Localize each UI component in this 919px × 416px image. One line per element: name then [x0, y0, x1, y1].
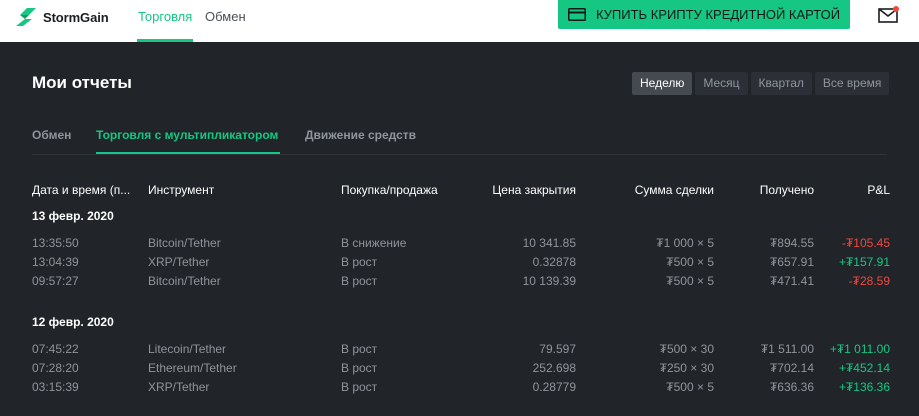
tab-exchange[interactable]: Обмен: [32, 128, 71, 142]
cell-time: 09:57:27: [32, 274, 79, 288]
cell-time: 07:28:20: [32, 361, 79, 375]
stormgain-logo[interactable]: StormGain: [16, 6, 109, 28]
period-quarter-button[interactable]: Квартал: [750, 72, 812, 95]
nav-exchange-link[interactable]: Обмен: [205, 9, 246, 24]
group-date-label: 13 февр. 2020: [32, 209, 114, 223]
cell-instrument: Litecoin/Tether: [148, 342, 227, 356]
top-navigation-bar: StormGain Торговля Обмен КУПИТЬ КРИПТУ К…: [0, 0, 919, 42]
nav-trade-link[interactable]: Торговля: [138, 9, 192, 24]
cell-close-price: 0.32878: [532, 255, 576, 269]
cell-instrument: XRP/Tether: [148, 380, 210, 394]
cell-time: 13:04:39: [32, 255, 79, 269]
buy-crypto-label: КУПИТЬ КРИПТУ КРЕДИТНОЙ КАРТОЙ: [595, 7, 841, 22]
cell-direction: В снижение: [341, 236, 407, 250]
cell-pnl: -₮28.59: [848, 274, 890, 288]
column-header-deal-amount[interactable]: Сумма сделки: [594, 183, 714, 197]
cell-time: 07:45:22: [32, 342, 79, 356]
tabs-divider: [32, 154, 887, 155]
period-week-button[interactable]: Неделю: [632, 72, 693, 95]
column-header-pnl[interactable]: P&L: [830, 183, 890, 197]
tab-multiplier-trading[interactable]: Торговля с мультипликатором: [96, 128, 278, 142]
credit-card-icon: [567, 8, 586, 21]
cell-instrument: Ethereum/Tether: [148, 361, 237, 375]
cell-direction: В рост: [341, 274, 378, 288]
page-title: Мои отчеты: [32, 73, 132, 92]
period-month-button[interactable]: Месяц: [695, 72, 748, 95]
cell-time: 03:15:39: [32, 380, 79, 394]
cell-close-price: 79.597: [539, 342, 576, 356]
period-all-time-button[interactable]: Все время: [814, 72, 890, 95]
cell-direction: В рост: [341, 380, 378, 394]
cell-pnl: -₮105.45: [841, 236, 890, 250]
cell-close-price: 10 341.85: [522, 236, 576, 250]
cell-direction: В рост: [341, 361, 378, 375]
cell-instrument: Bitcoin/Tether: [148, 236, 221, 250]
period-selector: Неделю Месяц Квартал Все время: [632, 72, 890, 95]
column-header-close-price[interactable]: Цена закрытия: [456, 183, 576, 197]
logo-text: StormGain: [43, 9, 109, 25]
nav-active-indicator: [137, 39, 193, 42]
cell-pnl: +₮452.14: [838, 361, 890, 375]
buy-crypto-card-button[interactable]: КУПИТЬ КРИПТУ КРЕДИТНОЙ КАРТОЙ: [558, 0, 850, 29]
cell-pnl: +₮157.91: [838, 255, 890, 269]
cell-direction: В рост: [341, 255, 378, 269]
group-date-label: 12 февр. 2020: [32, 315, 114, 329]
column-header-datetime[interactable]: Дата и время (п...: [32, 183, 130, 197]
column-header-instrument[interactable]: Инструмент: [148, 183, 214, 197]
cell-pnl: +₮136.36: [838, 380, 890, 394]
cell-direction: В рост: [341, 342, 378, 356]
column-header-received[interactable]: Получено: [714, 183, 814, 197]
cell-instrument: Bitcoin/Tether: [148, 274, 221, 288]
column-header-direction[interactable]: Покупка/продажа: [341, 183, 438, 197]
cell-time: 13:35:50: [32, 236, 79, 250]
cell-close-price: 0.28779: [532, 380, 576, 394]
stormgain-logo-icon: [16, 8, 36, 26]
cell-pnl: +₮1 011.00: [829, 342, 890, 356]
tab-funds-movement[interactable]: Движение средств: [305, 128, 416, 142]
cell-close-price: 252.698: [532, 361, 576, 375]
mail-icon[interactable]: [878, 5, 900, 23]
cell-instrument: XRP/Tether: [148, 255, 210, 269]
cell-close-price: 10 139.39: [522, 274, 576, 288]
